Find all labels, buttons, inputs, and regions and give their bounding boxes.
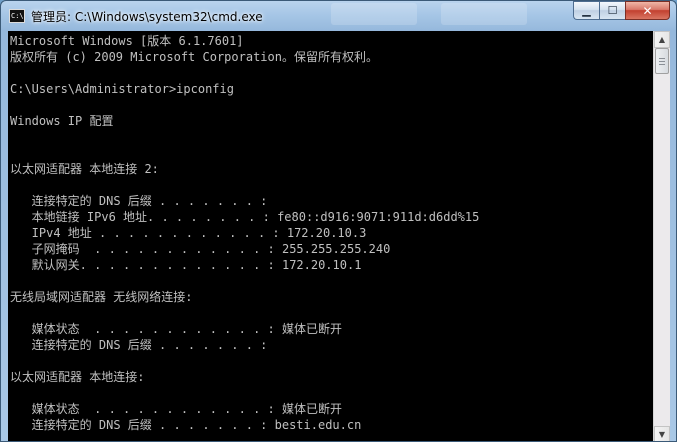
console-line: C:\Users\Administrator>ipconfig xyxy=(10,82,234,96)
title-bar[interactable]: C:\ 管理员: C:\Windows\system32\cmd.exe ▁ ☐… xyxy=(1,1,676,32)
thumb-grip xyxy=(659,58,665,59)
console-line: 以太网适配器 本地连接: xyxy=(10,370,145,384)
console-line: 连接特定的 DNS 后缀 . . . . . . . : xyxy=(10,194,268,208)
console-line: 本地链接 IPv6 地址. . . . . . . . : fe80::d916… xyxy=(10,210,480,224)
console-line: Microsoft Windows [版本 6.1.7601] xyxy=(10,34,244,48)
cmd-window: C:\ 管理员: C:\Windows\system32\cmd.exe ▁ ☐… xyxy=(0,0,677,442)
thumb-grip xyxy=(659,64,665,65)
cmd-app-icon[interactable]: C:\ xyxy=(9,9,25,23)
thumb-grip xyxy=(659,61,665,62)
minimize-icon: ▁ xyxy=(582,4,591,17)
window-title: 管理员: C:\Windows\system32\cmd.exe xyxy=(31,10,263,24)
scroll-up-button[interactable]: ▲ xyxy=(654,31,670,48)
close-icon: ✕ xyxy=(642,3,653,18)
console-line: 连接特定的 DNS 后缀 . . . . . . . : xyxy=(10,338,268,352)
console-line: 子网掩码 . . . . . . . . . . . . : 255.255.2… xyxy=(10,242,391,256)
console-line: 默认网关. . . . . . . . . . . . . : 172.20.1… xyxy=(10,258,362,272)
console-line: Windows IP 配置 xyxy=(10,114,114,128)
console-line: 连接特定的 DNS 后缀 . . . . . . . : besti.edu.c… xyxy=(10,418,362,432)
background-window-ghost xyxy=(331,3,417,25)
minimize-button[interactable]: ▁ xyxy=(573,1,599,20)
vertical-scrollbar[interactable]: ▲ ▼ xyxy=(653,31,670,441)
caption-buttons: ▁ ☐ ✕ xyxy=(573,1,670,21)
console-line: 以太网适配器 本地连接 2: xyxy=(10,162,159,176)
console-output[interactable]: Microsoft Windows [版本 6.1.7601] 版权所有 (c) … xyxy=(10,31,652,441)
arrow-up-icon: ▲ xyxy=(658,35,666,44)
maximize-icon: ☐ xyxy=(607,4,618,17)
console-line: 版权所有 (c) 2009 Microsoft Corporation。保留所有… xyxy=(10,50,378,64)
arrow-down-icon: ▼ xyxy=(658,430,666,439)
scroll-down-button[interactable]: ▼ xyxy=(654,426,670,441)
console-line: IPv4 地址 . . . . . . . . . . . . : 172.20… xyxy=(10,226,367,240)
close-button[interactable]: ✕ xyxy=(625,1,670,20)
maximize-button[interactable]: ☐ xyxy=(599,1,625,20)
console-client-area[interactable]: Microsoft Windows [版本 6.1.7601] 版权所有 (c) … xyxy=(8,31,670,441)
scroll-thumb[interactable] xyxy=(655,48,669,74)
console-line: 媒体状态 . . . . . . . . . . . . : 媒体已断开 xyxy=(10,402,342,416)
background-window-ghost xyxy=(441,3,527,25)
console-line: 媒体状态 . . . . . . . . . . . . : 媒体已断开 xyxy=(10,322,342,336)
console-line: 无线局域网适配器 无线网络连接: xyxy=(10,290,193,304)
